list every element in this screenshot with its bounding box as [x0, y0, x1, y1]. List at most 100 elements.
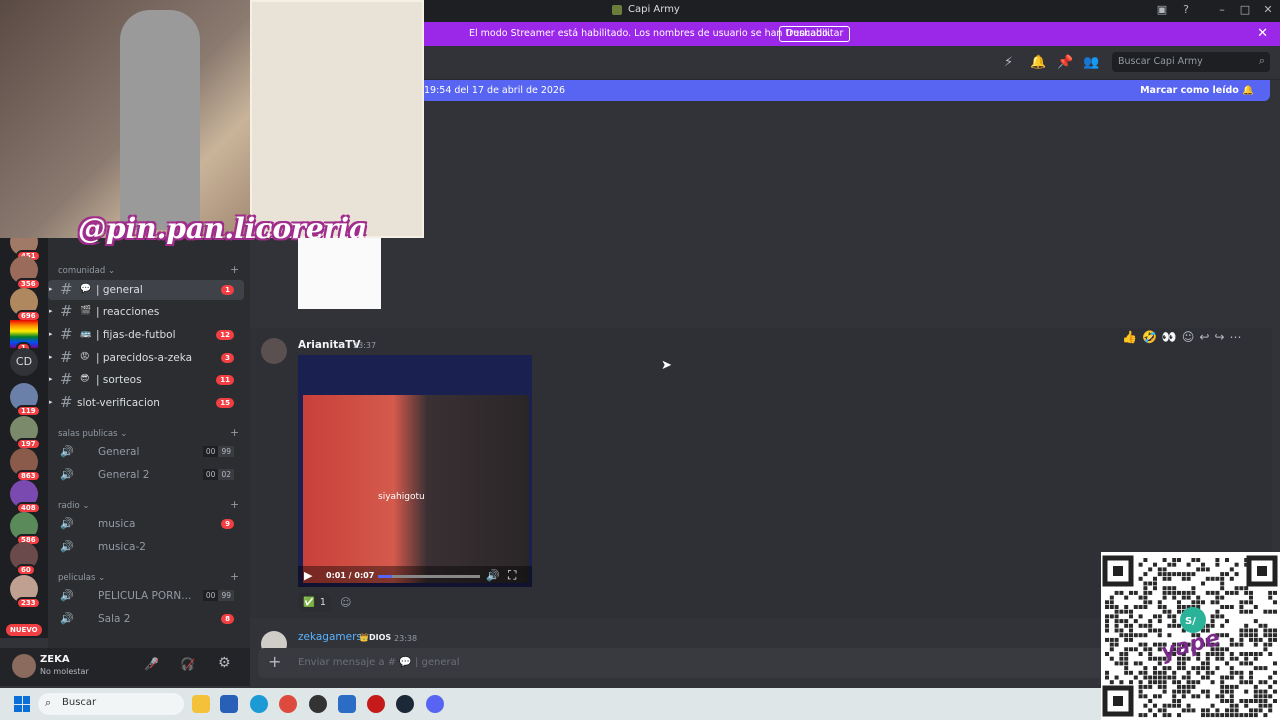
maximize-button[interactable]: □: [1237, 3, 1253, 16]
edge-icon[interactable]: [250, 695, 268, 713]
channel-name: musica-2: [98, 541, 146, 553]
channel-fijas-de-futbol[interactable]: ▸ # 🚌 | fijas-de-futbol 12: [48, 325, 244, 345]
channel-general[interactable]: ▸ # 💬 | general 1: [48, 280, 244, 300]
category-salas-publicas[interactable]: salas publicas ⌄: [58, 429, 127, 439]
disable-streamer-button[interactable]: Deshabilitar: [779, 26, 851, 42]
user-avatar[interactable]: [12, 654, 36, 678]
volume-icon[interactable]: 🔊: [486, 569, 500, 582]
notifications-bell-icon[interactable]: 🔔: [1030, 55, 1046, 70]
windows-start-icon[interactable]: [14, 696, 30, 712]
deafen-headphones-icon[interactable]: 🎧̸: [180, 657, 195, 671]
window-title: Capi Army: [612, 4, 680, 15]
server-icon[interactable]: 863: [10, 448, 41, 482]
channel-emoji: 🚌: [80, 329, 92, 339]
taskbar-search[interactable]: ⌕ Buscar: [38, 693, 184, 715]
voice-channel-general[interactable]: 🔊 General 00 99: [48, 442, 244, 462]
webcam-overlay: [0, 0, 424, 238]
create-channel-icon[interactable]: +: [230, 498, 239, 511]
video-attachment[interactable]: siyahigotu ▶ 0:01 / 0:07 🔊 ⛶: [298, 355, 532, 587]
add-reaction-icon[interactable]: ☺: [340, 596, 351, 609]
mention-count: 9: [221, 519, 234, 529]
mention-count: 15: [216, 398, 234, 408]
help-icon[interactable]: ?: [1178, 3, 1194, 16]
reply-icon[interactable]: ↩: [1199, 330, 1209, 344]
message-author[interactable]: ArianitaTV: [298, 339, 360, 351]
minimize-button[interactable]: –: [1214, 3, 1230, 16]
pinned-messages-icon[interactable]: 📌: [1057, 55, 1073, 70]
message-timestamp: 23:38: [394, 634, 418, 643]
add-attachment-icon[interactable]: +: [268, 652, 281, 671]
store-icon[interactable]: [220, 695, 238, 713]
reaction-pill[interactable]: ✅ 1: [298, 593, 331, 612]
voice-channel-pelicula[interactable]: 🔊 PELICULA PORN... 00 99: [48, 586, 244, 606]
file-explorer-icon[interactable]: [192, 695, 210, 713]
check-mark-icon: ✅: [303, 597, 315, 608]
obs-icon[interactable]: [309, 695, 327, 713]
mention-count: 12: [216, 330, 234, 340]
windows-taskbar: ⌕ Buscar: [0, 688, 1280, 720]
play-icon[interactable]: ▶: [304, 569, 312, 582]
steam-icon[interactable]: [396, 695, 414, 713]
message-author[interactable]: zekagamers: [298, 631, 362, 643]
threads-icon[interactable]: ⚡: [1004, 55, 1013, 70]
create-channel-icon[interactable]: +: [230, 570, 239, 583]
server-icon[interactable]: 233: [10, 575, 41, 609]
gear-icon[interactable]: ⚙: [218, 655, 231, 671]
server-icon[interactable]: 408: [10, 480, 41, 514]
close-banner-icon[interactable]: ✕: [1257, 26, 1268, 41]
channel-name: slot-verificacion: [77, 397, 160, 409]
app-icon[interactable]: [367, 695, 385, 713]
close-window-button[interactable]: ✕: [1260, 3, 1276, 16]
category-comunidad[interactable]: comunidad ⌄: [58, 266, 115, 276]
server-icon[interactable]: 356: [10, 256, 41, 290]
forward-icon[interactable]: ↪: [1214, 330, 1224, 344]
member-list-icon[interactable]: 👥: [1083, 55, 1099, 70]
channel-name: PELICULA PORN...: [98, 590, 192, 602]
attachment-image[interactable]: [298, 238, 381, 309]
video-progress-bar[interactable]: [378, 575, 480, 578]
mark-as-read-button[interactable]: Marcar como leído 🔔: [1140, 85, 1254, 96]
mute-microphone-icon[interactable]: 🎤̸: [144, 657, 159, 671]
voice-channel-musica[interactable]: 🔊 musica 9: [48, 514, 244, 534]
server-icon[interactable]: 696: [10, 288, 41, 322]
server-icon[interactable]: 586: [10, 512, 41, 546]
search-input[interactable]: Buscar Capi Army ⌕: [1112, 52, 1270, 72]
inbox-icon[interactable]: ▣: [1154, 3, 1170, 16]
server-icon[interactable]: 60: [10, 542, 38, 576]
mark-read-icon: 🔔: [1242, 85, 1254, 96]
server-icon[interactable]: 1: [10, 320, 38, 354]
add-reaction-icon[interactable]: ☺: [1182, 330, 1195, 344]
channel-parecidos-a-zeka[interactable]: ▸ # 😡 | parecidos-a-zeka 3: [48, 348, 244, 368]
notes-icon[interactable]: [338, 695, 356, 713]
avatar[interactable]: [261, 338, 287, 364]
new-messages-bar[interactable]: 19:54 del 17 de abril de 2026 Marcar com…: [420, 80, 1270, 101]
user-limit: 00 99: [202, 446, 234, 457]
channel-name: | sorteos: [96, 374, 142, 386]
laugh-reaction-icon[interactable]: 🤣: [1142, 330, 1157, 344]
thumbs-up-reaction-icon[interactable]: 👍: [1122, 330, 1137, 344]
channel-name: General: [98, 446, 140, 458]
discord-icon[interactable]: [426, 695, 444, 713]
voice-channel-general-2[interactable]: 🔊 General 2 00 02: [48, 465, 244, 485]
category-radio[interactable]: radio ⌄: [58, 501, 90, 511]
channel-sidebar: comunidad ⌄ + ▸ # 💬 | general 1 ▸ # 🎬 | …: [48, 238, 250, 648]
channel-reacciones[interactable]: ▸ # 🎬 | reacciones: [48, 302, 244, 322]
server-icon[interactable]: 197: [10, 416, 41, 450]
user-limit: 00 02: [202, 469, 234, 480]
voice-channel-musica-2[interactable]: 🔊 musica-2: [48, 537, 244, 557]
server-icon[interactable]: CD: [10, 348, 38, 376]
more-options-icon[interactable]: ⋯: [1230, 330, 1242, 344]
server-icon[interactable]: 119: [10, 383, 41, 417]
eyes-reaction-icon[interactable]: 👀: [1162, 330, 1177, 344]
fullscreen-icon[interactable]: ⛶: [508, 568, 516, 583]
reaction-count: 1: [319, 597, 326, 608]
create-channel-icon[interactable]: +: [230, 263, 239, 276]
channel-sorteos[interactable]: ▸ # 😎 | sorteos 11: [48, 370, 244, 390]
channel-slot-verificacion[interactable]: ▸ # slot-verificacion 15: [48, 393, 244, 413]
category-peliculas[interactable]: peliculas ⌄: [58, 573, 105, 583]
chrome-icon[interactable]: [279, 695, 297, 713]
new-servers-badge[interactable]: NUEVO: [6, 624, 42, 636]
create-channel-icon[interactable]: +: [230, 426, 239, 439]
voice-channel-sala-2[interactable]: 🔊 Sala 2 8: [48, 609, 244, 629]
channel-emoji: 😎: [80, 374, 90, 384]
